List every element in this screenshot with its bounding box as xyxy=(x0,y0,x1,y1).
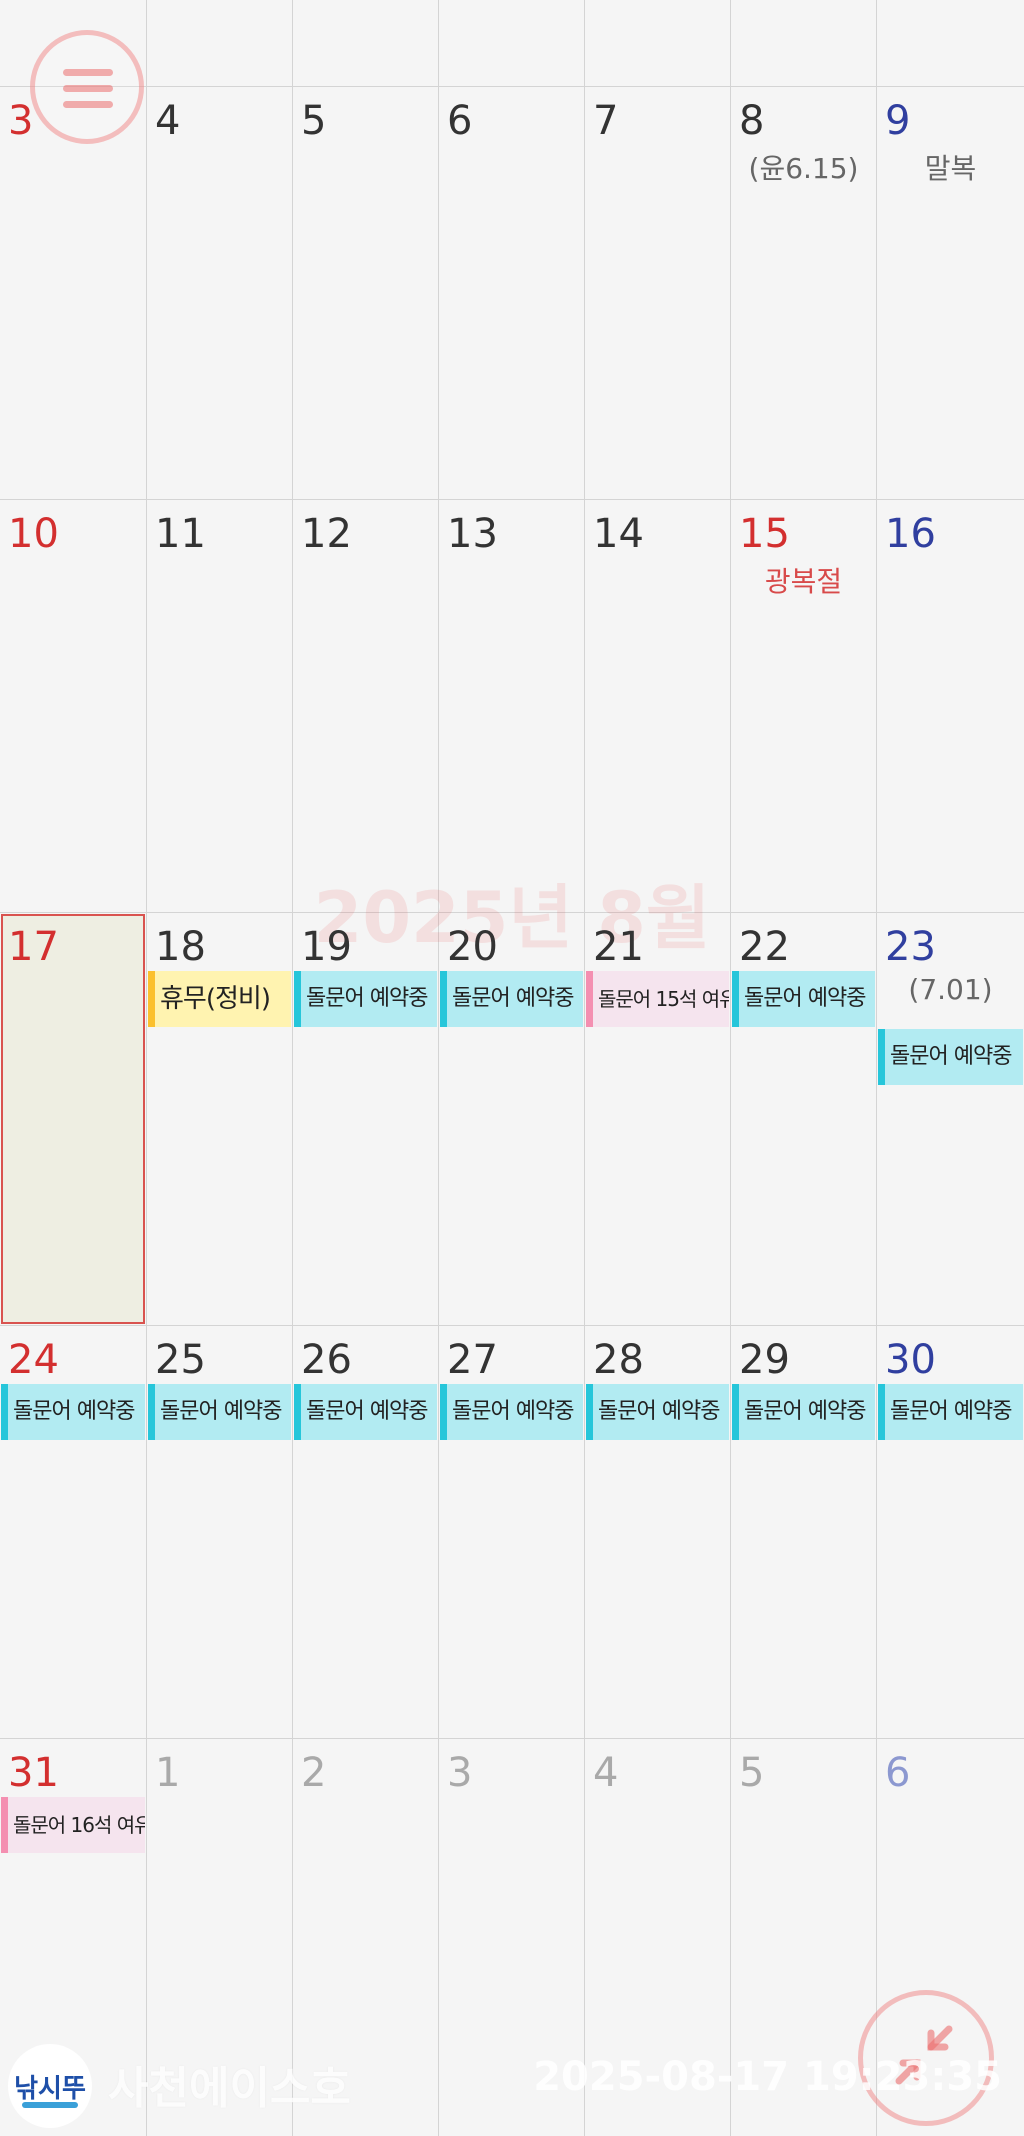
day-number: 13 xyxy=(447,511,498,557)
day-number: 21 xyxy=(593,924,644,970)
day-number: 25 xyxy=(155,1337,206,1383)
day-cell[interactable]: 8 (윤6.15) xyxy=(731,87,876,499)
day-cell[interactable]: 5 xyxy=(293,87,438,499)
day-cell[interactable]: 7 xyxy=(585,87,730,499)
day-number: 28 xyxy=(593,1337,644,1383)
day-cell[interactable]: 3 xyxy=(0,87,146,499)
event-available[interactable]: 돌문어 15석 여유 xyxy=(586,971,729,1027)
day-cell[interactable]: 28 돌문어 예약중 xyxy=(585,1326,730,1738)
brand-logo: 낚시뚜 xyxy=(8,2044,92,2128)
lunar-date: (윤6.15) xyxy=(748,152,859,185)
day-number: 20 xyxy=(447,924,498,970)
day-number: 29 xyxy=(739,1337,790,1383)
day-cell[interactable]: 6 xyxy=(439,87,584,499)
day-number: 6 xyxy=(885,1750,911,1796)
day-number: 30 xyxy=(885,1337,936,1383)
day-number: 1 xyxy=(155,1750,181,1796)
day-cell-today[interactable]: 17 xyxy=(0,913,146,1325)
day-number: 16 xyxy=(885,511,936,557)
day-number: 5 xyxy=(301,98,327,144)
day-number: 6 xyxy=(447,98,473,144)
day-cell[interactable]: 20 돌문어 예약중 xyxy=(439,913,584,1325)
day-number: 26 xyxy=(301,1337,352,1383)
day-cell[interactable]: 11 xyxy=(147,500,292,912)
day-number: 27 xyxy=(447,1337,498,1383)
day-cell[interactable]: 27 돌문어 예약중 xyxy=(439,1326,584,1738)
day-cell[interactable]: 23 (7.01) 돌문어 예약중 xyxy=(877,913,1024,1325)
day-number: 23 xyxy=(885,924,936,970)
day-cell[interactable]: 15 광복절 xyxy=(731,500,876,912)
day-number: 15 xyxy=(739,511,790,557)
day-number: 3 xyxy=(447,1750,473,1796)
event-reserved[interactable]: 돌문어 예약중 xyxy=(878,1384,1023,1440)
brand-logo-text: 낚시뚜 xyxy=(14,2074,86,2104)
day-number: 10 xyxy=(8,511,59,557)
boat-name: 사천에이스호 xyxy=(108,2063,351,2114)
day-cell[interactable]: 12 xyxy=(293,500,438,912)
day-number: 9 xyxy=(885,98,911,144)
day-number: 7 xyxy=(593,98,619,144)
event-reserved[interactable]: 돌문어 예약중 xyxy=(294,1384,437,1440)
day-note: 말복 xyxy=(924,152,977,185)
day-cell[interactable]: 22 돌문어 예약중 xyxy=(731,913,876,1325)
event-reserved[interactable]: 돌문어 예약중 xyxy=(440,971,583,1027)
menu-button[interactable] xyxy=(30,30,144,144)
day-number: 14 xyxy=(593,511,644,557)
day-number: 18 xyxy=(155,924,206,970)
event-reserved[interactable]: 돌문어 예약중 xyxy=(1,1384,145,1440)
day-number: 31 xyxy=(8,1750,59,1796)
lunar-date: (7.01) xyxy=(908,973,993,1006)
day-cell[interactable]: 16 xyxy=(877,500,1024,912)
day-cell[interactable]: 29 돌문어 예약중 xyxy=(731,1326,876,1738)
event-reserved[interactable]: 돌문어 예약중 xyxy=(294,971,437,1027)
event-reserved[interactable]: 돌문어 예약중 xyxy=(586,1384,729,1440)
day-cell[interactable]: 9 말복 xyxy=(877,87,1024,499)
day-number: 8 xyxy=(739,98,765,144)
day-number: 24 xyxy=(8,1337,59,1383)
event-reserved[interactable]: 돌문어 예약중 xyxy=(732,971,875,1027)
day-number: 22 xyxy=(739,924,790,970)
event-available[interactable]: 돌문어 16석 여유 xyxy=(1,1797,145,1853)
day-cell[interactable]: 14 xyxy=(585,500,730,912)
day-number: 11 xyxy=(155,511,206,557)
day-number: 3 xyxy=(8,98,34,144)
day-cell[interactable]: 26 돌문어 예약중 xyxy=(293,1326,438,1738)
day-cell[interactable]: 30 돌문어 예약중 xyxy=(877,1326,1024,1738)
day-number: 5 xyxy=(739,1750,765,1796)
event-reserved[interactable]: 돌문어 예약중 xyxy=(878,1029,1023,1085)
day-cell[interactable]: 21 돌문어 15석 여유 xyxy=(585,913,730,1325)
event-reserved[interactable]: 돌문어 예약중 xyxy=(732,1384,875,1440)
event-reserved[interactable]: 돌문어 예약중 xyxy=(148,1384,291,1440)
event-reserved[interactable]: 돌문어 예약중 xyxy=(440,1384,583,1440)
day-number: 4 xyxy=(155,98,181,144)
day-number: 12 xyxy=(301,511,352,557)
event-closed[interactable]: 휴무(정비) xyxy=(148,971,291,1027)
day-number: 2 xyxy=(301,1750,327,1796)
day-number: 19 xyxy=(301,924,352,970)
day-number: 17 xyxy=(8,924,59,970)
day-cell[interactable]: 19 돌문어 예약중 xyxy=(293,913,438,1325)
day-number: 4 xyxy=(593,1750,619,1796)
holiday-label: 광복절 xyxy=(764,565,843,598)
day-cell[interactable]: 18 휴무(정비) xyxy=(147,913,292,1325)
wave-icon xyxy=(22,2102,78,2108)
timestamp: 2025-08-17 19:23:35 xyxy=(533,2054,1002,2100)
day-cell[interactable]: 4 xyxy=(147,87,292,499)
day-cell[interactable]: 24 돌문어 예약중 xyxy=(0,1326,146,1738)
day-cell[interactable]: 25 돌문어 예약중 xyxy=(147,1326,292,1738)
day-cell[interactable]: 13 xyxy=(439,500,584,912)
day-cell[interactable]: 10 xyxy=(0,500,146,912)
